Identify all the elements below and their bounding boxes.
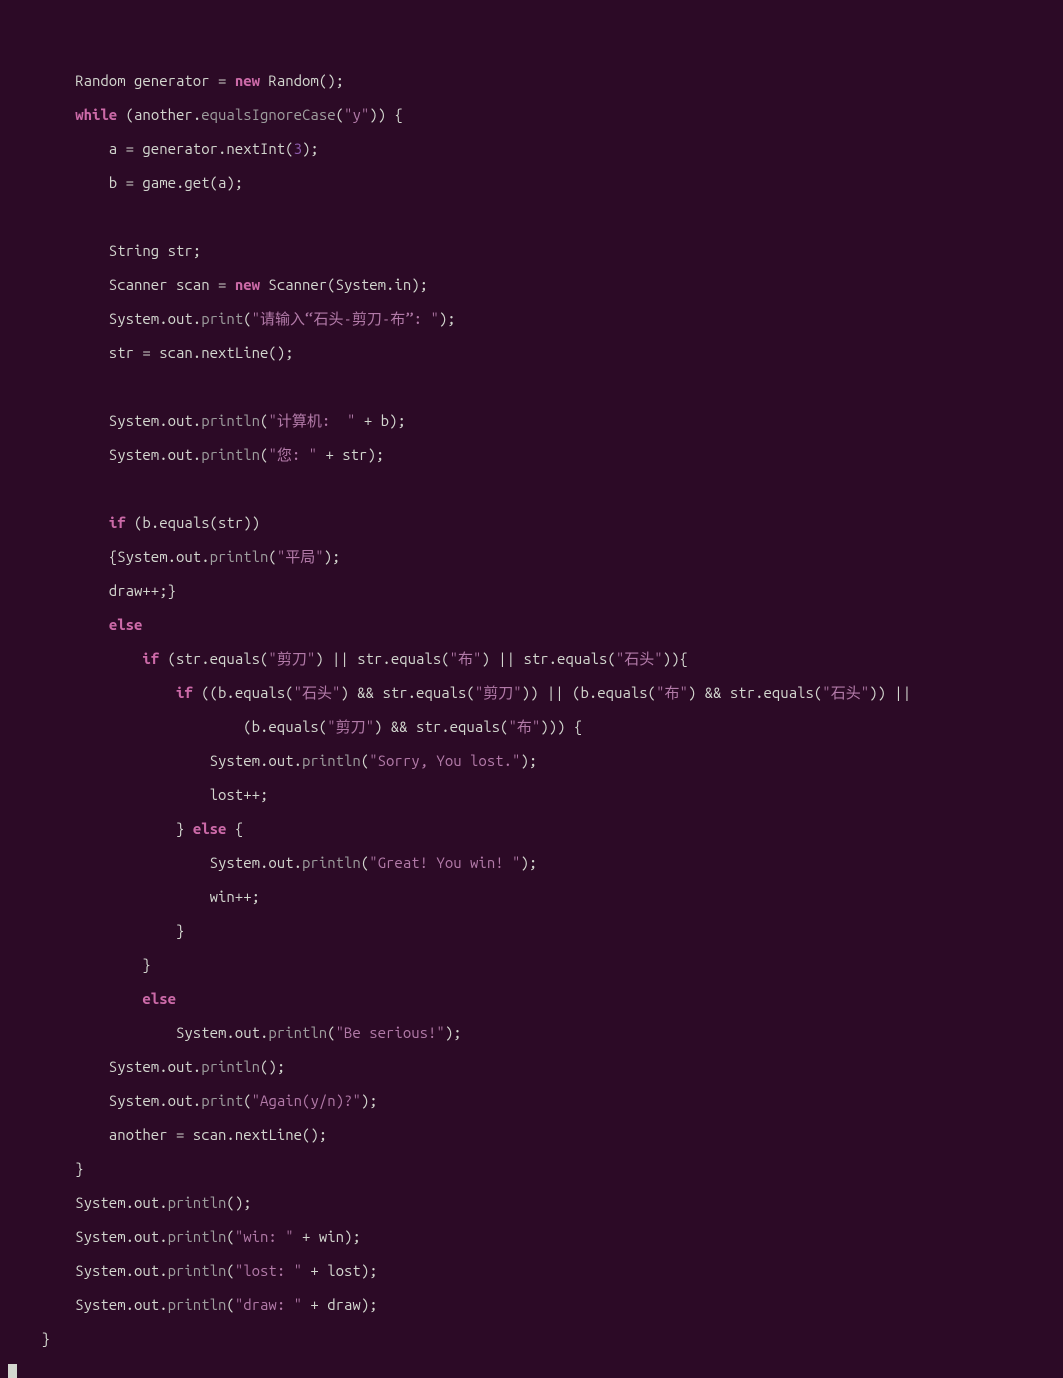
code-line: if (str.equals("剪刀") || str.equals("布") … <box>8 650 1063 667</box>
text-cursor <box>8 1364 17 1378</box>
code-line: } <box>8 1330 1063 1347</box>
code-line: (b.equals("剪刀") && str.equals("布"))) { <box>8 718 1063 735</box>
code-line: System.out.println(); <box>8 1058 1063 1075</box>
code-line <box>8 208 1063 225</box>
cursor-line[interactable] <box>8 1364 1063 1378</box>
code-line: System.out.println("您: " + str); <box>8 446 1063 463</box>
code-line: str = scan.nextLine(); <box>8 344 1063 361</box>
code-line <box>8 480 1063 497</box>
code-line: System.out.println("win: " + win); <box>8 1228 1063 1245</box>
code-line: if ((b.equals("石头") && str.equals("剪刀"))… <box>8 684 1063 701</box>
code-line: draw++;} <box>8 582 1063 599</box>
code-line: System.out.println(); <box>8 1194 1063 1211</box>
code-line: System.out.println("Sorry, You lost."); <box>8 752 1063 769</box>
code-line: Scanner scan = new Scanner(System.in); <box>8 276 1063 293</box>
code-line: } <box>8 1160 1063 1177</box>
code-line: System.out.println("lost: " + lost); <box>8 1262 1063 1279</box>
code-line: win++; <box>8 888 1063 905</box>
code-line: Random generator = new Random(); <box>8 72 1063 89</box>
code-line: System.out.println("Be serious!"); <box>8 1024 1063 1041</box>
code-line: a = generator.nextInt(3); <box>8 140 1063 157</box>
code-line: lost++; <box>8 786 1063 803</box>
code-line: while (another.equalsIgnoreCase("y")) { <box>8 106 1063 123</box>
code-line <box>8 378 1063 395</box>
code-line: else <box>8 616 1063 633</box>
code-line: if (b.equals(str)) <box>8 514 1063 531</box>
code-line: } else { <box>8 820 1063 837</box>
code-line: System.out.println("draw: " + draw); <box>8 1296 1063 1313</box>
code-line: System.out.println("计算机: " + b); <box>8 412 1063 429</box>
code-editor[interactable]: Random generator = new Random(); while (… <box>8 72 1063 1378</box>
code-line: b = game.get(a); <box>8 174 1063 191</box>
code-line: System.out.println("Great! You win! "); <box>8 854 1063 871</box>
code-line: else <box>8 990 1063 1007</box>
code-line: } <box>8 922 1063 939</box>
code-line: } <box>8 956 1063 973</box>
code-line: System.out.print("请输入“石头-剪刀-布”: "); <box>8 310 1063 327</box>
code-line: {System.out.println("平局"); <box>8 548 1063 565</box>
code-line: String str; <box>8 242 1063 259</box>
code-line: System.out.print("Again(y/n)?"); <box>8 1092 1063 1109</box>
code-line: another = scan.nextLine(); <box>8 1126 1063 1143</box>
